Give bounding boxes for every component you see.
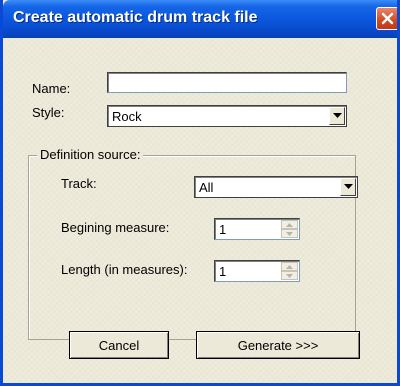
dialog-body: Name: Style: Rock Definition source: Tra… xyxy=(6,38,394,380)
beginning-measure-value: 1 xyxy=(219,222,227,237)
arrow-up-icon xyxy=(286,222,293,227)
arrow-down-icon xyxy=(286,231,293,236)
style-dropdown-button[interactable] xyxy=(329,107,345,125)
track-dropdown[interactable]: All xyxy=(194,176,358,198)
spin-up-button[interactable] xyxy=(281,262,298,271)
length-value: 1 xyxy=(219,264,227,279)
window-title: Create automatic drum track file xyxy=(13,9,258,26)
track-dropdown-button[interactable] xyxy=(340,178,356,196)
title-bar[interactable]: Create automatic drum track file xyxy=(3,0,397,38)
beginning-measure-spinner[interactable]: 1 xyxy=(214,218,300,240)
length-spin-buttons xyxy=(281,262,298,280)
generate-button[interactable]: Generate >>> xyxy=(196,331,360,359)
style-value: Rock xyxy=(112,109,142,124)
definition-source-group: Definition source: Track: All Begining m… xyxy=(28,147,358,340)
track-label: Track: xyxy=(61,176,97,191)
arrow-down-icon xyxy=(286,273,293,278)
chevron-down-icon xyxy=(343,184,353,189)
length-spinner[interactable]: 1 xyxy=(214,260,300,282)
track-value: All xyxy=(199,180,214,195)
close-icon xyxy=(381,12,394,25)
length-label: Length (in measures): xyxy=(61,262,188,277)
spin-down-button[interactable] xyxy=(281,229,298,238)
dialog-window: Create automatic drum track file Name: S… xyxy=(0,0,400,386)
name-field[interactable] xyxy=(107,72,347,93)
spin-up-button[interactable] xyxy=(281,220,298,229)
cancel-button[interactable]: Cancel xyxy=(69,331,169,359)
style-label: Style: xyxy=(32,105,65,120)
beginning-measure-label: Begining measure: xyxy=(61,220,170,235)
name-label: Name: xyxy=(32,81,71,96)
style-dropdown[interactable]: Rock xyxy=(107,105,347,127)
spin-down-button[interactable] xyxy=(281,271,298,280)
arrow-up-icon xyxy=(286,264,293,269)
chevron-down-icon xyxy=(332,113,342,118)
definition-source-label: Definition source: xyxy=(37,147,144,162)
beginning-measure-spin-buttons xyxy=(281,220,298,238)
close-button[interactable] xyxy=(376,7,397,30)
